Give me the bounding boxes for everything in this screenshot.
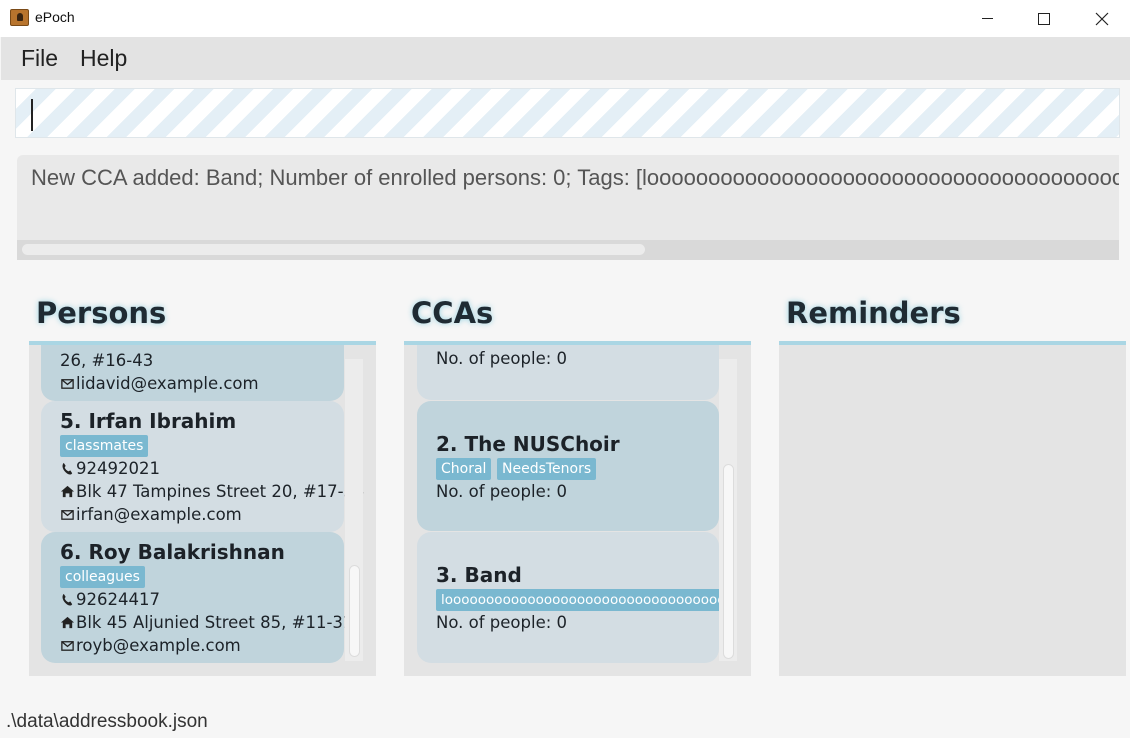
- menu-file[interactable]: File: [21, 45, 58, 72]
- address-book-icon: [10, 9, 29, 26]
- minimize-icon: [981, 18, 993, 19]
- person-card[interactable]: 5. Irfan Ibrahim classmates 92492021 Blk…: [41, 401, 365, 532]
- cca-tag: looooooooooooooooooooooooooooooooooooooo: [436, 589, 719, 611]
- person-address: 26, #16-43: [60, 351, 154, 370]
- person-email: lidavid@example.com: [76, 374, 259, 393]
- person-phone-line: 92492021: [60, 459, 160, 478]
- status-bar-file-path: .\data\addressbook.json: [6, 711, 208, 732]
- window-title: ePoch: [35, 9, 75, 25]
- phone-icon: [62, 462, 73, 475]
- person-address-line: Blk 45 Aljunied Street 85, #11-31: [60, 613, 353, 632]
- person-card[interactable]: 6. Roy Balakrishnan colleagues 92624417 …: [41, 532, 353, 663]
- text-caret: [31, 99, 33, 131]
- scrollbar-thumb[interactable]: [22, 244, 645, 255]
- scrollbar-thumb[interactable]: [349, 565, 360, 657]
- person-email: irfan@example.com: [76, 505, 242, 524]
- close-icon: [1095, 12, 1109, 25]
- person-phone: 92492021: [76, 459, 160, 478]
- reminders-heading: Reminders: [786, 296, 961, 330]
- person-email-line: lidavid@example.com: [60, 374, 259, 393]
- home-icon: [60, 616, 75, 629]
- person-email-line: royb@example.com: [60, 636, 241, 655]
- email-icon: [61, 379, 74, 389]
- ccas-vertical-scrollbar[interactable]: [719, 359, 737, 661]
- person-name: 5. Irfan Ibrahim: [60, 409, 237, 433]
- cca-card[interactable]: No. of people: 0: [417, 345, 719, 400]
- command-input[interactable]: [15, 88, 1120, 138]
- email-icon: [61, 641, 74, 651]
- close-button[interactable]: [1073, 0, 1130, 37]
- cca-card[interactable]: 3. Band looooooooooooooooooooooooooooooo…: [417, 532, 719, 663]
- person-card[interactable]: 26, #16-43 lidavid@example.com: [41, 345, 344, 401]
- person-tag: classmates: [60, 435, 149, 457]
- person-phone: 92624417: [76, 590, 160, 609]
- cca-name: 3. Band: [436, 563, 522, 587]
- ccas-heading: CCAs: [411, 296, 494, 330]
- cca-card[interactable]: 2. The NUSChoir Choral NeedsTenors No. o…: [417, 401, 719, 531]
- person-name: 6. Roy Balakrishnan: [60, 540, 285, 564]
- menu-bar: File Help: [1, 37, 1130, 80]
- person-email: royb@example.com: [76, 636, 241, 655]
- email-icon: [61, 510, 74, 520]
- home-icon: [60, 485, 75, 498]
- persons-heading: Persons: [36, 296, 167, 330]
- result-horizontal-scrollbar[interactable]: [17, 240, 1119, 260]
- maximize-button[interactable]: [1015, 0, 1073, 37]
- cca-people-count: No. of people: 0: [436, 613, 568, 632]
- result-display: New CCA added: Band; Number of enrolled …: [17, 155, 1119, 260]
- person-address-line: Blk 47 Tampines Street 20, #17-35: [60, 482, 365, 501]
- ccas-list[interactable]: No. of people: 0 2. The NUSChoir Choral …: [404, 345, 751, 676]
- maximize-icon: [1038, 12, 1050, 25]
- cca-tag: NeedsTenors: [497, 458, 597, 480]
- cca-tag: Choral: [436, 458, 492, 480]
- person-address: Blk 47 Tampines Street 20, #17-35: [76, 482, 365, 501]
- person-address: Blk 45 Aljunied Street 85, #11-31: [76, 613, 354, 632]
- title-bar: ePoch: [0, 0, 1130, 37]
- cca-people-count: No. of people: 0: [436, 349, 568, 368]
- app-window: ePoch File Help New CCA added: Band; Num…: [0, 0, 1130, 738]
- phone-icon: [62, 593, 73, 606]
- person-email-line: irfan@example.com: [60, 505, 242, 524]
- person-phone-line: 92624417: [60, 590, 160, 609]
- persons-list[interactable]: 26, #16-43 lidavid@example.com 5. Irfan …: [29, 345, 376, 676]
- menu-help[interactable]: Help: [80, 45, 127, 72]
- reminders-list[interactable]: [779, 345, 1126, 676]
- minimize-button[interactable]: [958, 0, 1016, 37]
- cca-people-count: No. of people: 0: [436, 482, 568, 501]
- scrollbar-thumb[interactable]: [723, 464, 734, 659]
- person-tag: colleagues: [60, 566, 145, 588]
- persons-vertical-scrollbar[interactable]: [345, 359, 363, 661]
- result-text: New CCA added: Band; Number of enrolled …: [31, 165, 1119, 190]
- cca-name: 2. The NUSChoir: [436, 432, 620, 456]
